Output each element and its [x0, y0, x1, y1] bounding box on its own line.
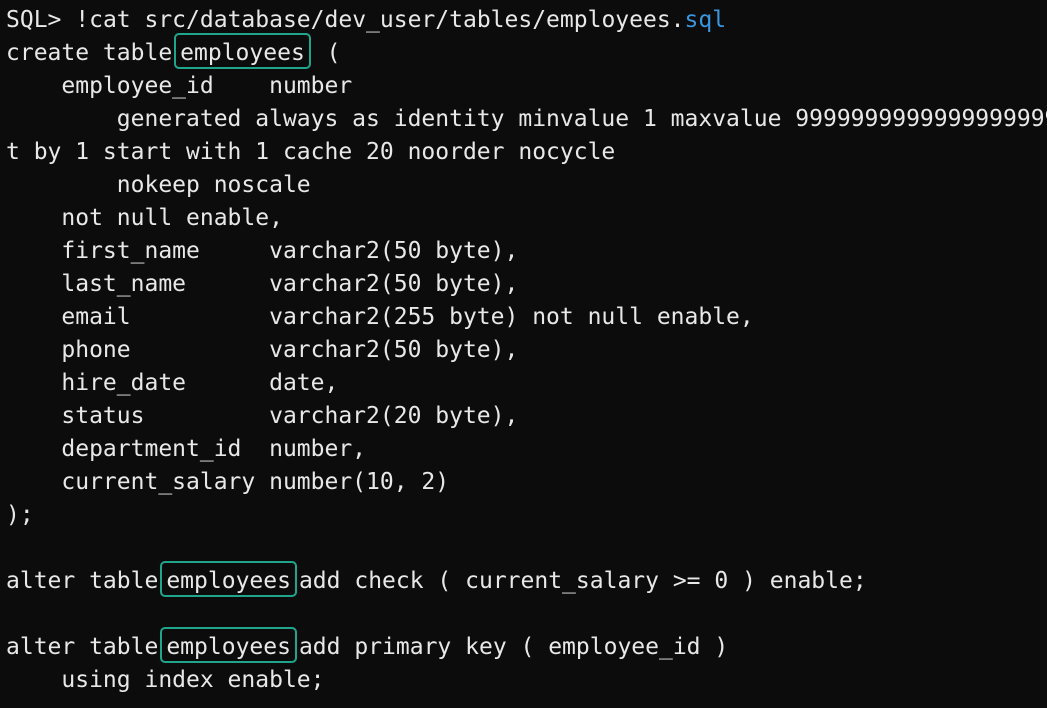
code-line: alter table employees add check ( current_… [6, 561, 867, 598]
highlighted-table-name: employees [160, 627, 297, 663]
code-text: add primary key ( employee_id ) [298, 634, 729, 660]
code-line: employee_id number [6, 73, 353, 99]
sql-prompt: SQL> [6, 7, 76, 33]
code-text: add check ( current_salary >= 0 ) enable… [298, 568, 867, 594]
code-line: status varchar2(20 byte), [6, 403, 519, 429]
code-text: alter table [6, 568, 159, 594]
code-line: using index enable; [6, 667, 325, 693]
code-line: create table employees ( [6, 33, 341, 70]
code-text: ( [312, 40, 341, 66]
code-text: alter table [6, 634, 159, 660]
code-line: nokeep noscale [6, 172, 311, 198]
code-text: create table [6, 40, 173, 66]
highlighted-table-name: employees [160, 561, 297, 597]
code-line: current_salary number(10, 2) [6, 469, 450, 495]
code-line: first_name varchar2(50 byte), [6, 238, 519, 264]
code-line: email varchar2(255 byte) not null enable… [6, 304, 754, 330]
code-line: hire_date date, [6, 370, 339, 396]
command-text: !cat src/database/dev_user/tables/employ… [75, 7, 685, 33]
code-line: department_id number, [6, 436, 367, 462]
file-extension: sql [684, 7, 727, 33]
code-line: phone varchar2(50 byte), [6, 337, 519, 363]
code-line: alter table employees add primary key ( em… [6, 627, 729, 664]
terminal-window[interactable]: SQL> !cat src/database/dev_user/tables/e… [0, 0, 1047, 708]
highlighted-table-name: employees [174, 33, 311, 69]
code-line: generated always as identity minvalue 1 … [116, 106, 1047, 132]
code-line: not null enable, [6, 205, 283, 231]
command-line: SQL> !cat src/database/dev_user/tables/e… [6, 4, 726, 37]
code-line: ); [6, 502, 34, 528]
code-line: t by 1 start with 1 cache 20 noorder noc… [6, 139, 616, 165]
code-line: last_name varchar2(50 byte), [6, 271, 519, 297]
